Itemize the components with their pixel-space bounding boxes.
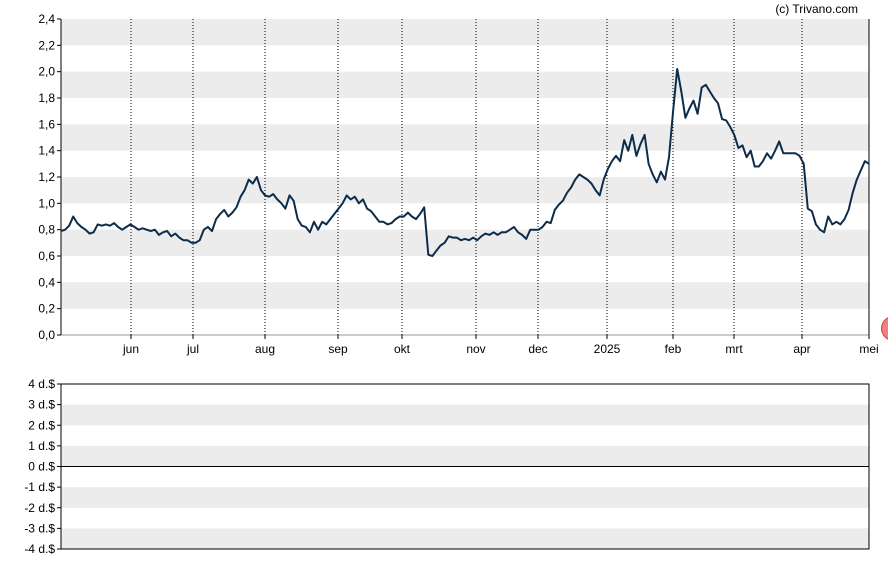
x-tick-label: feb bbox=[665, 342, 682, 356]
y-tick-label: 0 d.$ bbox=[28, 460, 55, 474]
chart-svg: (c) Trivano.com jun jul aug sep okt nov dec 202… bbox=[24, 2, 888, 556]
x-tick-label: mei bbox=[859, 342, 878, 356]
x-tick-label: okt bbox=[394, 342, 411, 356]
y-tick-label: -3 d.$ bbox=[24, 521, 55, 535]
grid-band bbox=[61, 282, 869, 309]
y-tick-label: 0,2 bbox=[38, 302, 55, 316]
y-tick-label: 4 d.$ bbox=[28, 377, 55, 391]
y-tick-label: 0,4 bbox=[38, 275, 55, 289]
x-tick-label: 2025 bbox=[594, 342, 621, 356]
x-tick-label: jun bbox=[122, 342, 139, 356]
y-tick-label: -4 d.$ bbox=[24, 542, 55, 556]
dividend-marker bbox=[880, 317, 888, 340]
grid-band bbox=[61, 71, 869, 98]
y-tick-label: -2 d.$ bbox=[24, 501, 55, 515]
grid-band bbox=[61, 19, 869, 46]
x-tick-label: dec bbox=[528, 342, 547, 356]
y-tick-label: -1 d.$ bbox=[24, 480, 55, 494]
y-tick-label: 2 d.$ bbox=[28, 418, 55, 432]
grid-band bbox=[61, 229, 869, 256]
grid-band bbox=[61, 404, 869, 426]
y-tick-label: 1,2 bbox=[38, 170, 55, 184]
x-tick-label: sep bbox=[328, 342, 348, 356]
y-tick-label: 1,4 bbox=[38, 144, 55, 158]
y-tick-label: 0,6 bbox=[38, 249, 55, 263]
x-tick-label: nov bbox=[466, 342, 485, 356]
y-tick-label: 3 d.$ bbox=[28, 398, 55, 412]
x-tick-label: jul bbox=[186, 342, 199, 356]
grid-band bbox=[61, 124, 869, 151]
y-tick-label: 0,0 bbox=[38, 328, 55, 342]
x-tick-label: aug bbox=[255, 342, 275, 356]
y-tick-label: 2,0 bbox=[38, 65, 55, 79]
y-tick-label: 2,2 bbox=[38, 38, 55, 52]
dividend-chart: 4 d.$ 3 d.$ 2 d.$ 1 d.$ 0 d.$ -1 d.$ -2 d.$ -3 … bbox=[24, 377, 870, 556]
y-tick-label: 1,8 bbox=[38, 91, 55, 105]
grid-band bbox=[61, 487, 869, 508]
y-tick-label: 1 d.$ bbox=[28, 439, 55, 453]
y-tick-label: 1,0 bbox=[38, 196, 55, 210]
grid-band bbox=[61, 445, 869, 467]
y-tick-label: 0,8 bbox=[38, 223, 55, 237]
y-tick-label: 2,4 bbox=[38, 12, 55, 26]
y-tick-label: 1,6 bbox=[38, 117, 55, 131]
x-tick-label: mrt bbox=[725, 342, 743, 356]
grid-band bbox=[61, 528, 869, 549]
grid-band bbox=[61, 177, 869, 204]
copyright-text: (c) Trivano.com bbox=[775, 2, 858, 16]
price-chart: jun jul aug sep okt nov dec 2025 feb mrt apr mei 0,0… bbox=[38, 12, 888, 356]
x-tick-label: apr bbox=[793, 342, 810, 356]
chart-container: (c) Trivano.com jun jul aug sep okt nov dec 202… bbox=[0, 0, 888, 565]
